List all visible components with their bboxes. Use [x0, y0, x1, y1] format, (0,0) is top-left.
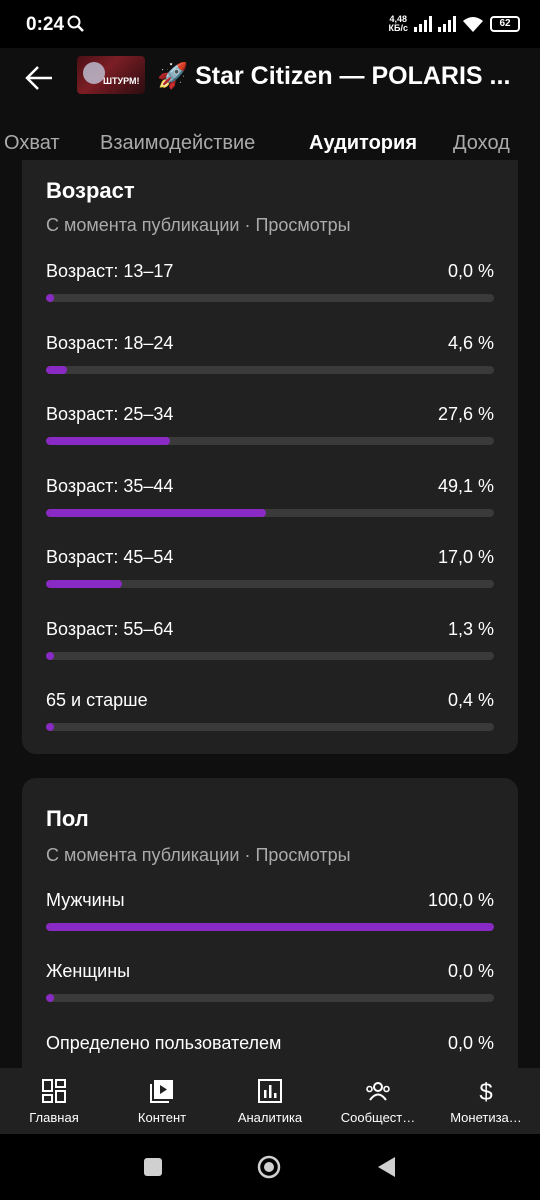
- signal-icon-2: [438, 16, 456, 32]
- svg-text:$: $: [479, 1079, 492, 1105]
- wifi-icon: [463, 17, 483, 32]
- gender-card: Пол С момента публикации · Просмотры Муж…: [22, 778, 518, 1088]
- gender-row-label: Женщины: [46, 961, 131, 981]
- app-header: ШТУРМ! 🚀 Star Citizen — POLARIS ...: [0, 48, 540, 112]
- gender-row-value: 0,0 %: [447, 961, 494, 981]
- back-arrow-icon[interactable]: [22, 60, 58, 96]
- dashboard-icon: [42, 1079, 66, 1103]
- age-row-bar: [46, 509, 494, 517]
- age-row-label: Возраст: 35–44: [46, 476, 174, 496]
- age-card: Возраст С момента публикации · Просмотры…: [22, 160, 518, 754]
- age-row-label: Возраст: 18–24: [46, 333, 174, 353]
- nav-item-community[interactable]: Сообщест…: [324, 1068, 432, 1134]
- gender-row-value: 0,0 %: [447, 1033, 494, 1053]
- age-row-bar-fill: [46, 294, 54, 302]
- age-row-value: 1,3 %: [447, 619, 494, 639]
- nav-label: Сообщест…: [340, 1110, 416, 1125]
- status-time: 0:24: [26, 14, 65, 35]
- age-row-bar: [46, 294, 494, 302]
- age-row-bar: [46, 366, 494, 374]
- age-row-bar: [46, 580, 494, 588]
- age-row-value: 0,4 %: [447, 690, 494, 710]
- gender-row-bar-fill: [46, 994, 54, 1002]
- tab-reach[interactable]: Охват: [4, 132, 60, 155]
- content-icon: [150, 1080, 173, 1103]
- age-card-title: Возраст: [46, 178, 135, 203]
- age-row-bar: [46, 437, 494, 445]
- search-icon: [67, 15, 84, 32]
- status-indicators: 4,48 КБ/с 62: [389, 12, 520, 36]
- nav-item-analytics[interactable]: Аналитика: [216, 1068, 324, 1134]
- back-triangle-icon[interactable]: [374, 1154, 400, 1180]
- network-speed: 4,48 КБ/с: [388, 14, 408, 33]
- system-nav-bar: [0, 1134, 540, 1200]
- age-row-label: Возраст: 45–54: [46, 547, 174, 567]
- gender-row-label: Мужчины: [46, 890, 125, 910]
- age-card-subtitle: С момента публикации · Просмотры: [46, 215, 351, 235]
- gender-row-bar: [46, 923, 494, 931]
- nav-label: Главная: [29, 1110, 79, 1125]
- dollar-icon: $: [479, 1079, 492, 1105]
- home-icon[interactable]: [256, 1154, 282, 1180]
- age-row-bar-fill: [46, 652, 54, 660]
- gender-row-bar-fill: [46, 923, 494, 931]
- age-row-value: 17,0 %: [437, 547, 494, 567]
- tab-audience[interactable]: Аудитория: [309, 132, 417, 155]
- nav-item-monetization[interactable]: $ Монетиза…: [432, 1068, 540, 1134]
- analytics-icon: [258, 1079, 282, 1103]
- gender-card-subtitle: С момента публикации · Просмотры: [46, 845, 351, 865]
- video-thumbnail: ШТУРМ!: [77, 56, 145, 94]
- gender-row-label: Определено пользователем: [46, 1033, 282, 1053]
- nav-label: Монетиза…: [450, 1110, 522, 1125]
- recent-apps-icon[interactable]: [140, 1154, 166, 1180]
- age-row-label: 65 и старше: [46, 690, 148, 710]
- age-row-label: Возраст: 25–34: [46, 404, 174, 424]
- tab-revenue[interactable]: Доход: [453, 132, 510, 155]
- age-row-value: 0,0 %: [447, 261, 494, 281]
- age-row-bar-fill: [46, 437, 170, 445]
- age-row-bar-fill: [46, 509, 266, 517]
- video-title: 🚀 Star Citizen — POLARIS ...: [157, 62, 511, 90]
- age-row-bar-fill: [46, 580, 123, 588]
- thumbnail-caption: ШТУРМ!: [103, 76, 140, 86]
- community-icon: [366, 1082, 390, 1101]
- age-row-value: 27,6 %: [437, 404, 494, 424]
- nav-label: Контент: [137, 1110, 187, 1125]
- gender-row-value: 100,0 %: [427, 890, 494, 910]
- age-row-label: Возраст: 13–17: [46, 261, 174, 281]
- nav-label: Аналитика: [237, 1110, 303, 1125]
- gender-card-title: Пол: [46, 806, 89, 831]
- status-bar: 0:24 4,48 КБ/с 62: [0, 0, 540, 48]
- age-row-value: 49,1 %: [437, 476, 494, 496]
- signal-icon: [414, 16, 432, 32]
- nav-item-content[interactable]: Контент: [108, 1068, 216, 1134]
- tab-engagement[interactable]: Взаимодействие: [100, 132, 255, 155]
- age-row-bar-fill: [46, 723, 54, 731]
- battery-icon: 62: [490, 16, 520, 32]
- bottom-nav: Главная Контент Аналитика Сообщест… $ Мо…: [0, 1068, 540, 1134]
- age-row-bar: [46, 723, 494, 731]
- gender-row-bar: [46, 994, 494, 1002]
- age-row-bar: [46, 652, 494, 660]
- age-row-value: 4,6 %: [447, 333, 494, 353]
- nav-item-dashboard[interactable]: Главная: [0, 1068, 108, 1134]
- age-row-bar-fill: [46, 366, 67, 374]
- age-row-label: Возраст: 55–64: [46, 619, 174, 639]
